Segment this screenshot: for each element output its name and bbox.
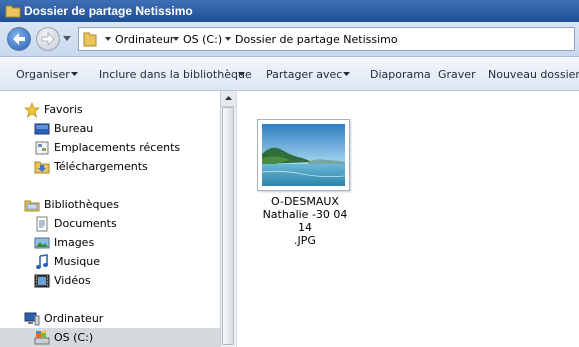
arrow-right-icon: [41, 32, 55, 46]
nav-item-label: OS (C:): [54, 331, 94, 344]
nav-pane-scrollbar[interactable]: [220, 91, 236, 347]
chevron-down-icon: [71, 72, 78, 76]
nav-item-label: Emplacements récents: [54, 141, 181, 154]
breadcrumb-item-os-c[interactable]: OS (C:): [183, 33, 222, 46]
nav-item-os-c[interactable]: OS (C:): [0, 328, 220, 347]
arrow-up-icon: [225, 96, 232, 100]
file-list[interactable]: O-DESMAUX Nathalie -30 04 14 .JPG: [237, 91, 579, 347]
nav-item-label: Images: [54, 236, 95, 249]
scrollbar-thumb[interactable]: [222, 107, 234, 345]
nav-libraries-label: Bibliothèques: [44, 198, 119, 211]
nav-item-music[interactable]: Musique: [0, 252, 220, 271]
nav-item-downloads[interactable]: Téléchargements: [0, 157, 220, 176]
command-bar: Organiser Inclure dans la bibliothèque P…: [0, 57, 579, 91]
image-thumbnail: [257, 119, 350, 191]
chevron-down-icon: [238, 72, 245, 76]
arrow-left-icon: [13, 33, 25, 45]
chevron-down-icon: [343, 72, 350, 76]
libraries-icon: [24, 200, 40, 212]
file-item[interactable]: O-DESMAUX Nathalie -30 04 14 .JPG: [255, 117, 355, 247]
address-bar: Ordinateur OS (C:) Dossier de partage Ne…: [0, 22, 579, 57]
images-icon: [34, 237, 50, 249]
folder-icon: [83, 32, 97, 47]
burn-button[interactable]: Graver: [438, 68, 476, 81]
nav-item-recent-places[interactable]: Emplacements récents: [0, 138, 220, 157]
organize-button[interactable]: Organiser: [16, 68, 70, 81]
back-button[interactable]: [7, 27, 31, 51]
file-name-line: Nathalie -30 04 14: [262, 208, 348, 234]
nav-favorites-header[interactable]: Favoris: [0, 100, 220, 119]
nav-favorites-label: Favoris: [44, 103, 83, 116]
breadcrumb-item-current-folder[interactable]: Dossier de partage Netissimo: [235, 33, 398, 46]
drive-icon: [34, 331, 50, 345]
nav-computer-header[interactable]: Ordinateur: [0, 309, 220, 328]
nav-item-label: Documents: [54, 217, 117, 230]
recent-pages-dropdown-icon[interactable]: [63, 36, 71, 42]
scroll-up-button[interactable]: [221, 91, 236, 107]
title-bar: Dossier de partage Netissimo: [0, 0, 579, 22]
nav-item-videos[interactable]: Vidéos: [0, 271, 220, 290]
music-icon: [36, 254, 48, 269]
downloads-icon: [34, 161, 50, 174]
landscape-thumbnail-icon: [261, 124, 346, 186]
nav-item-label: Bureau: [54, 122, 94, 135]
computer-icon: [24, 312, 40, 326]
new-folder-button[interactable]: Nouveau dossier: [488, 68, 579, 81]
file-name[interactable]: O-DESMAUX Nathalie -30 04 14 .JPG: [255, 195, 355, 247]
breadcrumb-item-ordinateur[interactable]: Ordinateur: [115, 33, 174, 46]
nav-item-label: Vidéos: [54, 274, 91, 287]
recent-places-icon: [35, 141, 49, 155]
nav-computer-label: Ordinateur: [44, 312, 104, 325]
desktop-icon: [34, 123, 50, 135]
slideshow-button[interactable]: Diaporama: [370, 68, 431, 81]
nav-item-documents[interactable]: Documents: [0, 214, 220, 233]
chevron-down-icon[interactable]: [105, 37, 111, 42]
documents-icon: [36, 216, 48, 232]
nav-libraries-header[interactable]: Bibliothèques: [0, 195, 220, 214]
nav-item-bureau[interactable]: Bureau: [0, 119, 220, 138]
file-name-line: O-DESMAUX: [271, 195, 339, 208]
forward-button[interactable]: [36, 27, 60, 51]
nav-item-label: Musique: [54, 255, 100, 268]
star-icon: [24, 102, 40, 118]
chevron-down-icon[interactable]: [173, 37, 179, 42]
nav-item-label: Téléchargements: [54, 160, 148, 173]
breadcrumb[interactable]: Ordinateur OS (C:) Dossier de partage Ne…: [78, 27, 575, 51]
file-name-line: .JPG: [294, 234, 316, 247]
window-title: Dossier de partage Netissimo: [24, 4, 193, 18]
share-with-button[interactable]: Partager avec: [266, 68, 342, 81]
navigation-pane: Favoris Bureau Emplacements récents Télé…: [0, 91, 221, 347]
include-library-button[interactable]: Inclure dans la bibliothèque: [99, 68, 252, 81]
folder-icon: [5, 5, 21, 18]
videos-icon: [34, 274, 50, 288]
nav-item-images[interactable]: Images: [0, 233, 220, 252]
chevron-down-icon[interactable]: [225, 37, 231, 42]
